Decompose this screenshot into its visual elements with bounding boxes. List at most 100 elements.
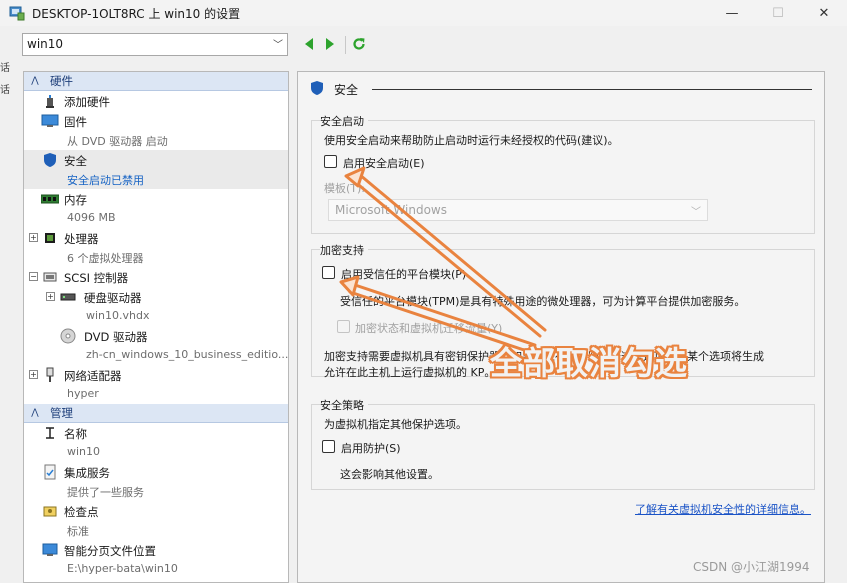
nav-item-firmware[interactable]: 固件 从 DVD 驱动器 启动 xyxy=(24,111,288,150)
nav-item-name: DVD 驱动器 xyxy=(84,330,148,344)
nav-item-detail: win10.vhdx xyxy=(86,309,150,322)
management-section-header[interactable]: ⋀ 管理 xyxy=(24,404,288,423)
learn-more-link[interactable]: 了解有关虚拟机安全性的详细信息。 xyxy=(635,501,811,517)
hard-drive-icon xyxy=(59,289,77,305)
nav-item-detail: E:\hyper-bata\win10 xyxy=(67,562,178,575)
toolbar-separator xyxy=(345,36,346,54)
encrypt-traffic-checkbox xyxy=(337,320,350,333)
secure-boot-checkbox-label[interactable]: 启用安全启动(E) xyxy=(343,155,425,171)
refresh-icon[interactable] xyxy=(352,37,366,51)
secure-boot-checkbox[interactable] xyxy=(324,155,337,168)
nav-item-name: 内存 xyxy=(64,193,87,207)
nav-item-name: 添加硬件 xyxy=(64,95,110,109)
nav-item-name: 检查点 xyxy=(64,505,99,519)
encryption-group-label: 加密支持 xyxy=(320,242,368,258)
section-divider xyxy=(372,89,812,90)
encryption-note-line2: 允许在此主机上运行虚拟机的 KP。 xyxy=(324,366,496,379)
chevron-up-icon: ⋀ xyxy=(31,408,39,418)
collapse-icon[interactable]: − xyxy=(29,272,38,281)
nav-item-name: 集成服务 xyxy=(64,466,110,480)
section-title-label: 安全 xyxy=(334,83,359,97)
encrypt-traffic-checkbox-label: 加密状态和虚拟机迁移流量(Y) xyxy=(355,322,503,335)
chevron-down-icon: ﹀ xyxy=(273,40,283,51)
window-edge-glyphs: 话 话 xyxy=(0,58,10,102)
section-title: 安全 xyxy=(310,80,358,99)
vm-selector-value: win10 xyxy=(27,37,64,51)
close-button[interactable]: ✕ xyxy=(801,0,847,26)
maximize-button: ☐ xyxy=(772,5,784,21)
nav-item-name: 智能分页文件位置 xyxy=(64,544,156,558)
add-hardware-icon xyxy=(41,93,59,109)
edge-glyph: 话 xyxy=(0,63,10,74)
nav-item-dvd-drive[interactable]: DVD 驱动器 zh-cn_windows_10_business_editio… xyxy=(24,326,288,365)
expand-icon[interactable]: + xyxy=(46,292,55,301)
tpm-checkbox-label[interactable]: 启用受信任的平台模块(P) xyxy=(341,266,466,282)
nav-item-add-hardware[interactable]: 添加硬件 xyxy=(24,91,288,111)
forward-arrow-icon[interactable] xyxy=(323,37,337,51)
shield-icon xyxy=(41,152,59,168)
memory-icon xyxy=(41,191,59,207)
nav-item-name: 安全 xyxy=(64,154,87,168)
nav-item-detail: zh-cn_windows_10_business_editio... xyxy=(86,348,289,361)
secure-boot-description: 使用安全启动来帮助防止启动时运行未经授权的代码(建议)。 xyxy=(324,134,619,147)
nav-item-detail: 6 个虚拟处理器 xyxy=(67,252,144,265)
shield-icon xyxy=(310,80,324,99)
nav-item-memory[interactable]: 内存 4096 MB xyxy=(24,189,288,228)
expand-icon[interactable]: + xyxy=(29,233,38,242)
title-bar: DESKTOP-1OLT8RC 上 win10 的设置 — ☐ ✕ xyxy=(0,0,847,26)
shielding-note: 这会影响其他设置。 xyxy=(340,468,439,481)
edge-glyph: 话 xyxy=(0,85,10,96)
chevron-down-icon: ﹀ xyxy=(691,207,701,218)
nav-item-security[interactable]: 安全 安全启动已禁用 xyxy=(24,150,288,189)
minimize-button[interactable]: — xyxy=(709,0,755,26)
vm-selector[interactable]: win10 ﹀ xyxy=(22,33,288,56)
shielding-checkbox[interactable] xyxy=(322,440,335,453)
nav-item-integration-services[interactable]: 集成服务 提供了一些服务 xyxy=(24,462,288,501)
name-icon xyxy=(41,425,59,441)
nav-item-smart-paging[interactable]: 智能分页文件位置 E:\hyper-bata\win10 xyxy=(24,540,288,579)
paging-file-icon xyxy=(41,542,59,558)
dvd-drive-icon xyxy=(59,328,77,344)
nav-item-name: 硬盘驱动器 xyxy=(84,291,142,305)
nav-item-detail: 提供了一些服务 xyxy=(67,486,144,499)
tpm-description: 受信任的平台模块(TPM)是具有特殊用途的微处理器，可为计算平台提供加密服务。 xyxy=(340,295,746,308)
nav-item-checkpoints[interactable]: 检查点 标准 xyxy=(24,501,288,540)
security-settings-panel: 安全 安全启动 使用安全启动来帮助防止启动时运行未经授权的代码(建议)。 启用安… xyxy=(297,71,825,583)
scsi-controller-icon xyxy=(41,269,59,285)
template-dropdown: Microsoft Windows ﹀ xyxy=(328,199,708,221)
integration-services-icon xyxy=(41,464,59,480)
nav-item-scsi-controller[interactable]: − SCSI 控制器 xyxy=(24,267,288,287)
window-title: DESKTOP-1OLT8RC 上 win10 的设置 xyxy=(32,6,241,21)
nav-item-detail: 标准 xyxy=(67,525,89,538)
management-header-label: 管理 xyxy=(50,406,73,420)
security-policy-description: 为虚拟机指定其他保护选项。 xyxy=(324,418,467,431)
settings-nav-panel: ⋀ 硬件 添加硬件 固件 从 DVD 驱动器 启动 安全 安全启动已禁用 内存 … xyxy=(23,71,289,583)
checkpoint-icon xyxy=(41,503,59,519)
watermark: CSDN @小江湖1994 xyxy=(693,560,810,574)
toolbar: win10 ﹀ xyxy=(0,26,847,64)
shielding-checkbox-label[interactable]: 启用防护(S) xyxy=(341,440,401,456)
tpm-checkbox[interactable] xyxy=(322,266,335,279)
nav-item-name: 名称 xyxy=(64,427,87,441)
annotation-label: 全部取消勾选 xyxy=(490,344,689,382)
nav-item-detail: win10 xyxy=(67,445,101,458)
chevron-up-icon: ⋀ xyxy=(31,76,39,86)
nav-item-hard-drive[interactable]: + 硬盘驱动器 win10.vhdx xyxy=(24,287,288,326)
template-dropdown-value: Microsoft Windows xyxy=(335,203,447,217)
firmware-icon xyxy=(41,113,59,129)
nav-item-detail: 4096 MB xyxy=(67,211,116,224)
nav-item-name: 处理器 xyxy=(64,232,99,246)
window-controls: — ☐ ✕ xyxy=(709,0,847,26)
security-policy-group-label: 安全策略 xyxy=(320,397,368,413)
nav-item-detail: 安全启动已禁用 xyxy=(67,174,144,187)
network-adapter-icon xyxy=(41,367,59,383)
nav-item-detail: 从 DVD 驱动器 启动 xyxy=(67,135,168,148)
nav-item-processor[interactable]: + 处理器 6 个虚拟处理器 xyxy=(24,228,288,267)
hardware-section-header[interactable]: ⋀ 硬件 xyxy=(24,72,288,91)
back-arrow-icon[interactable] xyxy=(302,37,316,51)
expand-icon[interactable]: + xyxy=(29,370,38,379)
nav-item-detail: hyper xyxy=(67,387,99,400)
nav-item-name: SCSI 控制器 xyxy=(64,271,129,285)
nav-item-name-setting[interactable]: 名称 win10 xyxy=(24,423,288,462)
nav-item-network-adapter[interactable]: + 网络适配器 hyper xyxy=(24,365,288,404)
